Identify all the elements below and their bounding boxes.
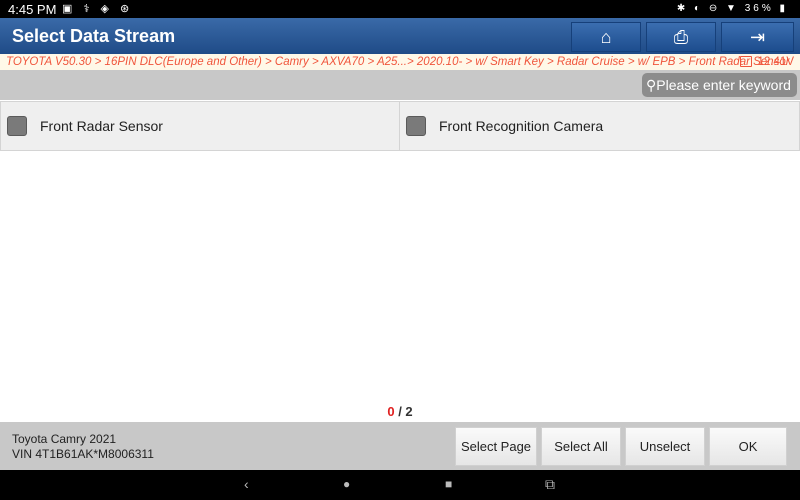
page-title: Select Data Stream <box>12 26 176 46</box>
recents-icon[interactable]: ■ <box>445 477 452 491</box>
breadcrumb-path: TOYOTA V50.30 > 16PIN DLC(Europe and Oth… <box>6 56 790 68</box>
item-label: Front Recognition Camera <box>439 118 604 134</box>
home-icon: ⌂ <box>600 26 612 47</box>
home-button[interactable]: ⌂ <box>571 22 641 52</box>
selection-counter: 0 / 2 <box>0 404 800 419</box>
footer: Toyota Camry 2021 VIN 4T1B61AK*M8006311 … <box>0 422 800 470</box>
vehicle-info: Toyota Camry 2021 VIN 4T1B61AK*M8006311 <box>12 432 154 462</box>
total-count: 2 <box>405 404 413 419</box>
checkbox[interactable] <box>7 116 27 136</box>
list-item[interactable]: Front Recognition Camera <box>399 101 800 151</box>
battery-level: 36% <box>744 3 774 14</box>
clock: 4:45 PM <box>8 2 57 17</box>
system-icons: ✱ ◐ ⊖ ▼ 36% ▮ <box>676 3 788 14</box>
select-all-button[interactable]: Select All <box>541 427 621 466</box>
breadcrumb: TOYOTA V50.30 > 16PIN DLC(Europe and Oth… <box>0 54 800 70</box>
android-nav-bar: ‹ ● ■ ⧉ <box>0 470 800 500</box>
app-header: Select Data Stream ⌂ ⎙ ⇥ <box>0 18 800 54</box>
system-status-icons: ✱ ◐ ⊖ ▼ <box>676 3 739 14</box>
select-page-button[interactable]: Select Page <box>455 427 537 466</box>
selected-count: 0 <box>387 404 395 419</box>
counter-separator: / <box>394 404 406 419</box>
toolbar: ⚲Please enter keyword <box>0 70 800 100</box>
battery-voltage-icon <box>740 56 752 67</box>
print-icon: ⎙ <box>673 26 689 47</box>
back-icon[interactable]: ‹ <box>244 476 249 492</box>
screenshot-icon[interactable]: ⧉ <box>545 476 555 493</box>
home-nav-icon[interactable]: ● <box>343 477 350 491</box>
list-item[interactable]: Front Radar Sensor <box>0 101 400 151</box>
checkbox[interactable] <box>406 116 426 136</box>
search-input[interactable]: ⚲Please enter keyword <box>642 73 797 97</box>
unselect-button[interactable]: Unselect <box>625 427 705 466</box>
notification-icons: ▣ ⚕ ◈ ⊛ <box>62 3 134 15</box>
exit-button[interactable]: ⇥ <box>721 22 794 52</box>
exit-icon: ⇥ <box>749 26 766 47</box>
status-bar: 4:45 PM ▣ ⚕ ◈ ⊛ ✱ ◐ ⊖ ▼ 36% ▮ <box>0 0 800 18</box>
vehicle-vin: VIN 4T1B61AK*M8006311 <box>12 447 154 461</box>
item-label: Front Radar Sensor <box>40 118 163 134</box>
search-icon: ⚲ <box>646 77 657 93</box>
search-placeholder: Please enter keyword <box>656 77 791 93</box>
vehicle-name: Toyota Camry 2021 <box>12 432 117 446</box>
battery-voltage: 12.41V <box>757 56 794 68</box>
ok-button[interactable]: OK <box>709 427 787 466</box>
print-button[interactable]: ⎙ <box>646 22 716 52</box>
